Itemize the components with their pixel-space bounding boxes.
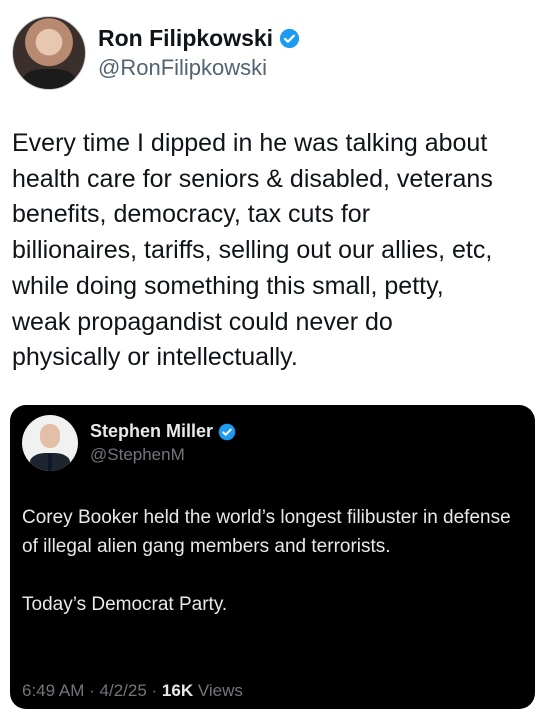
tweet-header: Ron Filipkowski @RonFilipkowski	[12, 16, 300, 90]
author-name[interactable]: Ron Filipkowski	[98, 25, 273, 52]
verified-badge-icon	[218, 423, 236, 440]
quoted-tweet-header: Stephen Miller @StephenM	[22, 415, 236, 471]
author-name-block: Ron Filipkowski @RonFilipkowski	[98, 25, 300, 81]
author-name-row: Ron Filipkowski	[98, 25, 300, 52]
quoted-tweet-paragraph-2: Today’s Democrat Party.	[22, 594, 228, 615]
views-label: Views	[197, 681, 243, 700]
meta-separator: ·	[151, 681, 158, 700]
quoted-author-name[interactable]: Stephen Miller	[90, 421, 213, 442]
quoted-author-handle[interactable]: @StephenM	[90, 445, 236, 465]
avatar-shirt	[23, 69, 75, 89]
quoted-tweet-paragraph-1: Corey Booker held the world’s longest fi…	[22, 507, 511, 557]
views-count[interactable]: 16K	[162, 681, 193, 700]
avatar-tie	[48, 453, 52, 471]
quoted-author-name-block: Stephen Miller @StephenM	[90, 421, 236, 465]
tweet-time[interactable]: 6:49 AM	[22, 681, 84, 700]
quoted-author-name-row: Stephen Miller	[90, 421, 236, 442]
quoted-tweet-text: Corey Booker held the world’s longest fi…	[22, 503, 522, 619]
quoted-tweet-card[interactable]: Stephen Miller @StephenM Corey Booker he…	[10, 405, 535, 709]
tweet-text: Every time I dipped in he was talking ab…	[12, 129, 493, 372]
quoted-tweet-meta: 6:49 AM · 4/2/25 · 16K Views	[22, 681, 243, 701]
quoted-author-avatar[interactable]	[22, 415, 78, 471]
verified-badge-icon	[279, 28, 300, 49]
author-handle[interactable]: @RonFilipkowski	[98, 55, 300, 81]
author-avatar[interactable]	[12, 16, 86, 90]
avatar-face	[40, 424, 60, 448]
tweet-date[interactable]: 4/2/25	[100, 681, 147, 700]
meta-separator: ·	[89, 681, 95, 700]
